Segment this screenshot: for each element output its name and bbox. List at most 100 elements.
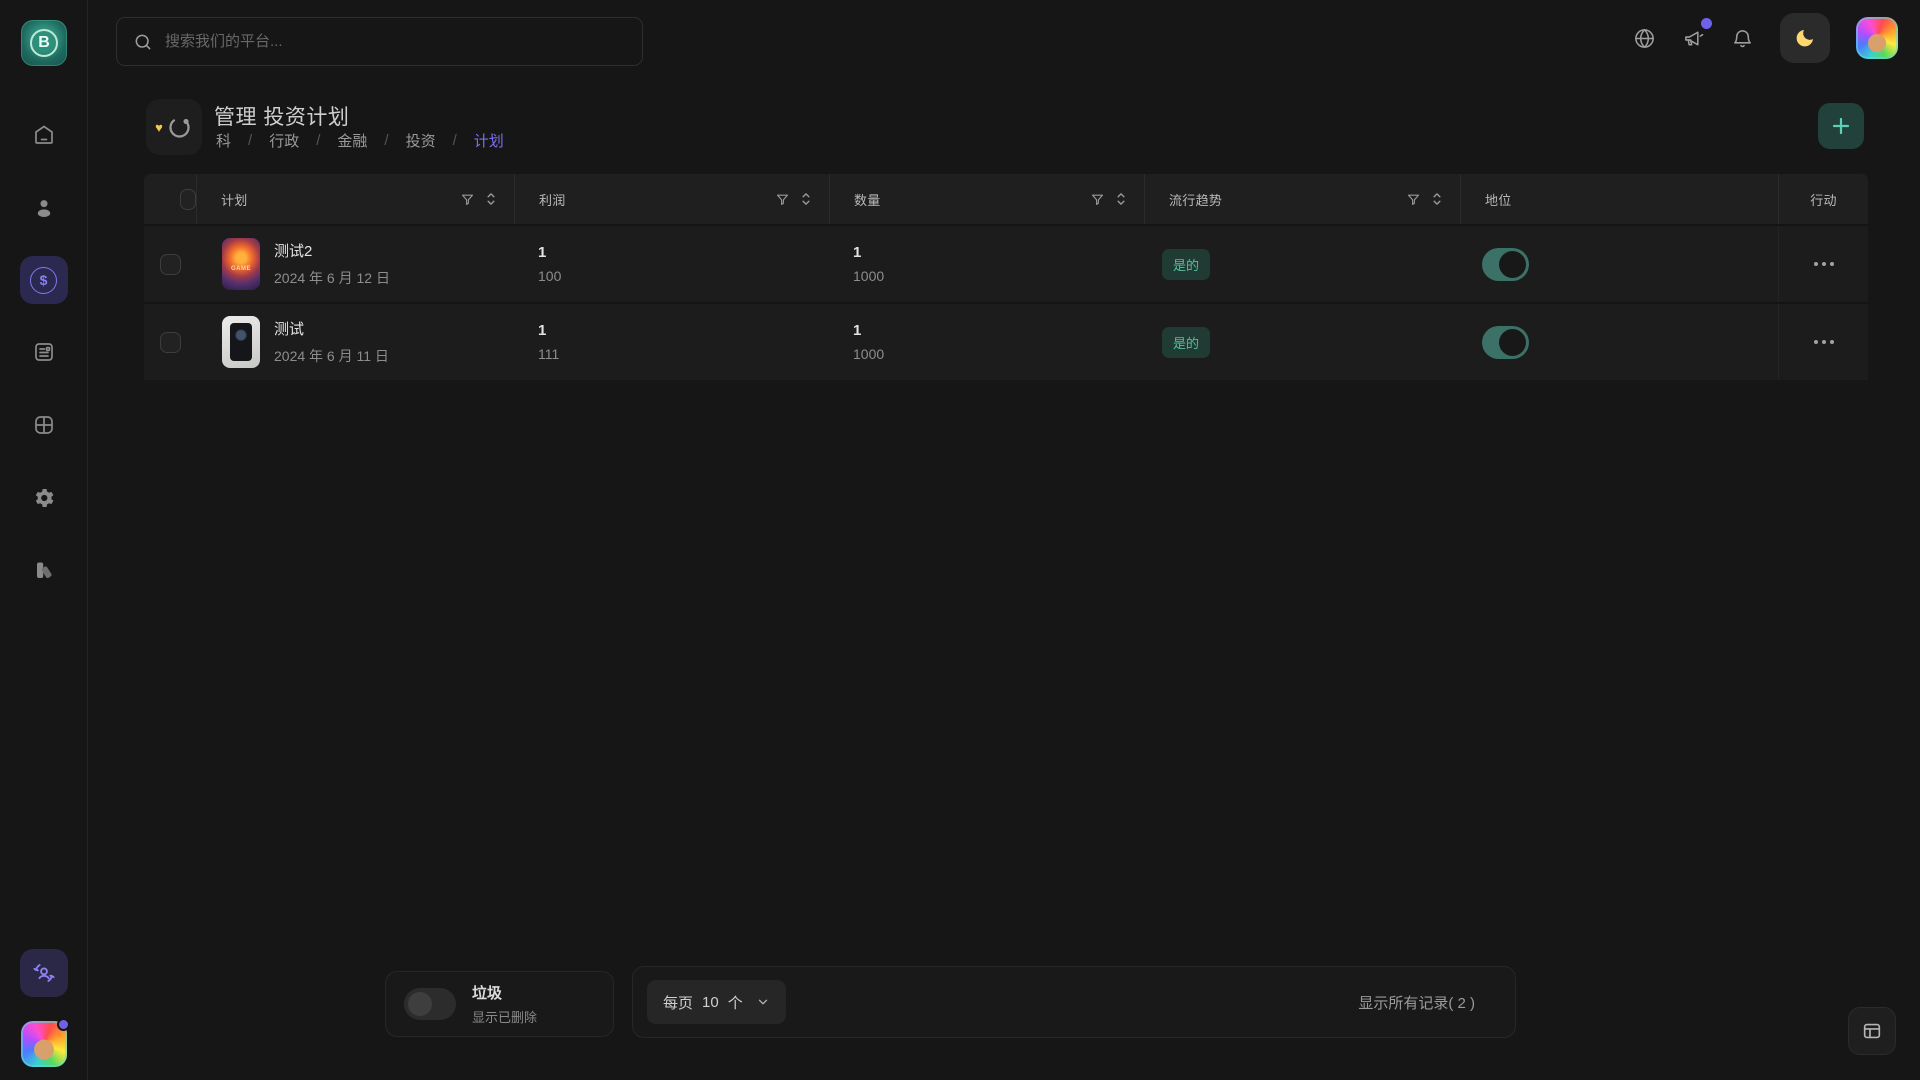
- announcements-megaphone-icon[interactable]: [1682, 27, 1705, 50]
- user-switch-icon: [31, 960, 57, 986]
- language-globe-icon[interactable]: [1633, 27, 1656, 50]
- filter-icon[interactable]: [460, 192, 475, 207]
- quantity-cell: 1 1000: [829, 322, 1144, 362]
- swatches-icon: [32, 558, 56, 582]
- plan-name[interactable]: 测试: [274, 318, 389, 339]
- layout-icon: [1861, 1020, 1883, 1042]
- row-select-cell: [144, 332, 196, 353]
- trash-label: 垃圾: [472, 982, 537, 1003]
- plan-date: 2024 年 6 月 11 日: [274, 346, 389, 366]
- notifications-bell-icon[interactable]: [1731, 27, 1754, 50]
- notification-dot: [1701, 18, 1712, 29]
- column-header-actions: 行动: [1778, 174, 1868, 224]
- layout-customizer-button[interactable]: [1848, 1007, 1896, 1055]
- trending-cell: 是的: [1144, 327, 1460, 358]
- status-cell: [1460, 248, 1778, 281]
- row-actions-menu-icon[interactable]: [1814, 262, 1834, 266]
- filter-icon[interactable]: [1090, 192, 1105, 207]
- status-toggle-on[interactable]: [1482, 326, 1529, 359]
- trash-toggle-off[interactable]: [404, 988, 456, 1020]
- header-select-cell: [144, 174, 196, 224]
- sort-icon[interactable]: [1114, 191, 1128, 207]
- plan-name[interactable]: 测试2: [274, 240, 390, 261]
- sidebar-item-home[interactable]: [32, 123, 56, 147]
- plan-cell: 测试 2024 年 6 月 11 日: [196, 316, 514, 368]
- row-actions-menu-icon[interactable]: [1814, 340, 1834, 344]
- dollar-circle-icon: $: [30, 267, 57, 294]
- per-page-select[interactable]: 每页 10 个: [647, 980, 786, 1024]
- row-checkbox[interactable]: [160, 332, 181, 353]
- profit-value: 1: [538, 244, 561, 261]
- sidebar-item-finance-active[interactable]: $: [20, 256, 68, 304]
- breadcrumb-separator: /: [384, 132, 388, 149]
- trash-sublabel: 显示已删除: [472, 1007, 537, 1026]
- search-input[interactable]: [165, 33, 626, 50]
- sidebar-item-apps[interactable]: [32, 413, 56, 437]
- loader-circle-icon: [166, 114, 193, 141]
- plan-thumbnail: [222, 316, 260, 368]
- profit-cell: 1 111: [514, 322, 829, 362]
- plan-cell: GAME 测试2 2024 年 6 月 12 日: [196, 238, 514, 290]
- breadcrumb-item[interactable]: 投资: [406, 130, 436, 151]
- bitcoin-logo-icon: B: [30, 29, 58, 57]
- table-row: 测试 2024 年 6 月 11 日 1 111 1 1000 是的: [144, 302, 1868, 380]
- column-header-quantity[interactable]: 数量: [829, 174, 1144, 224]
- home-icon: [32, 123, 56, 147]
- moon-icon: [1793, 26, 1817, 50]
- news-icon: [32, 340, 56, 364]
- plan-thumbnail: GAME: [222, 238, 260, 290]
- sidebar-item-users[interactable]: [32, 196, 56, 220]
- breadcrumb: 科 / 行政 / 金融 / 投资 / 计划: [216, 130, 504, 151]
- profit-cell: 1 100: [514, 244, 829, 284]
- per-page-suffix: 个: [728, 992, 743, 1013]
- table-row: GAME 测试2 2024 年 6 月 12 日 1 100 1 1000 是的: [144, 224, 1868, 302]
- profit-total: 100: [538, 268, 561, 284]
- trending-cell: 是的: [1144, 249, 1460, 280]
- toggle-knob: [1499, 329, 1526, 356]
- gear-icon: [32, 486, 56, 510]
- filter-icon[interactable]: [775, 192, 790, 207]
- filter-icon[interactable]: [1406, 192, 1421, 207]
- per-page-value: 10: [702, 994, 719, 1011]
- app-logo[interactable]: B: [21, 20, 67, 66]
- theme-toggle-button[interactable]: [1780, 13, 1830, 63]
- sidebar-item-settings[interactable]: [32, 486, 56, 510]
- breadcrumb-item[interactable]: 行政: [269, 130, 299, 151]
- sort-icon[interactable]: [484, 191, 498, 207]
- user-icon: [32, 196, 56, 220]
- toggle-knob: [1499, 251, 1526, 278]
- status-toggle-on[interactable]: [1482, 248, 1529, 281]
- sidebar-user-avatar[interactable]: [21, 1021, 67, 1067]
- sidebar-item-news[interactable]: [32, 340, 56, 364]
- breadcrumb-item[interactable]: 科: [216, 130, 231, 151]
- heart-icon: ♥: [155, 121, 163, 134]
- column-header-profit[interactable]: 利润: [514, 174, 829, 224]
- column-header-plan[interactable]: 计划: [196, 174, 514, 224]
- breadcrumb-item[interactable]: 金融: [337, 130, 367, 151]
- records-count-label: 显示所有记录( 2 ): [1358, 992, 1475, 1013]
- sidebar-item-components[interactable]: [32, 558, 56, 582]
- add-plan-button[interactable]: [1818, 103, 1864, 149]
- trending-badge: 是的: [1162, 327, 1210, 358]
- search-icon: [133, 32, 153, 52]
- trending-badge: 是的: [1162, 249, 1210, 280]
- row-checkbox[interactable]: [160, 254, 181, 275]
- page-title: 管理 投资计划: [214, 101, 349, 131]
- sidebar: B $: [0, 0, 88, 1080]
- breadcrumb-separator: /: [316, 132, 320, 149]
- quantity-cell: 1 1000: [829, 244, 1144, 284]
- global-search: [116, 17, 643, 66]
- plus-icon: [1829, 114, 1853, 138]
- switch-account-button[interactable]: [20, 949, 68, 997]
- sort-icon[interactable]: [799, 191, 813, 207]
- actions-cell: [1778, 226, 1868, 302]
- thumbnail-caption: GAME: [222, 266, 260, 272]
- quantity-total: 1000: [853, 346, 884, 362]
- column-header-status: 地位: [1460, 174, 1778, 224]
- select-all-checkbox[interactable]: [180, 189, 196, 210]
- chevron-down-icon: [756, 995, 770, 1009]
- sort-icon[interactable]: [1430, 191, 1444, 207]
- column-header-trending[interactable]: 流行趋势: [1144, 174, 1460, 224]
- plan-date: 2024 年 6 月 12 日: [274, 268, 390, 288]
- profile-avatar[interactable]: [1856, 17, 1898, 59]
